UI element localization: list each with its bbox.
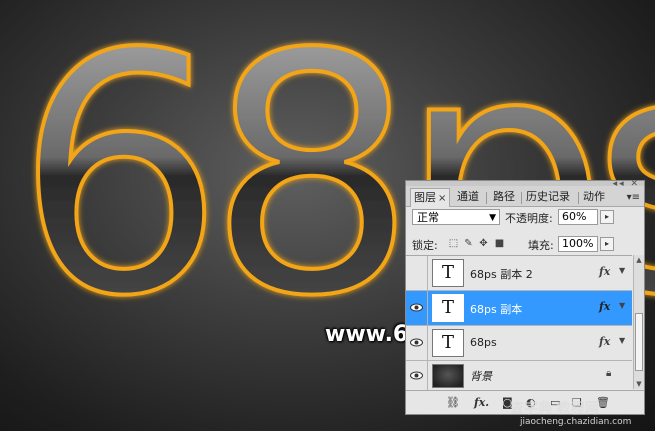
background-thumbnail: [432, 364, 464, 388]
tab-channels[interactable]: 通道: [454, 188, 482, 206]
lock-pixels-brush-icon[interactable]: ✎: [463, 238, 474, 249]
chevron-down-icon[interactable]: ▼: [619, 336, 625, 345]
layers-list: T 68ps 副本 2 fx ▼ T 68ps 副本 fx ▼ T 68ps f…: [406, 255, 632, 390]
text-layer-thumbnail: T: [432, 294, 464, 322]
opacity-input[interactable]: 60%: [558, 209, 598, 225]
fill-slider-button[interactable]: ▸: [600, 237, 614, 251]
tab-label: 路径: [493, 190, 515, 203]
panel-tabs: 图层 × 通道 路径 历史记录 动作 ▾≡: [406, 186, 644, 207]
tab-actions[interactable]: 动作: [580, 188, 608, 206]
blend-opacity-row: 正常 ▼ 不透明度: 60% ▸: [406, 207, 644, 229]
tab-history[interactable]: 历史记录: [523, 188, 573, 206]
scrollbar-thumb[interactable]: [635, 313, 643, 371]
opacity-slider-button[interactable]: ▸: [600, 210, 614, 224]
panel-menu-icon[interactable]: ▾≡: [627, 192, 640, 203]
chevron-down-icon[interactable]: ▼: [619, 301, 625, 310]
corner-watermark-url: jiaocheng.chazidian.com: [520, 417, 632, 427]
layers-scrollbar[interactable]: ▲ ▼: [633, 255, 644, 389]
layers-panel: ◂◂ ✕ 图层 × 通道 路径 历史记录 动作 ▾≡ 正常 ▼ 不透明度: 60%…: [405, 179, 645, 415]
lock-fill-row: 锁定: ⬚ ✎ ✥ ■ 填充: 100% ▸: [406, 233, 644, 255]
text-layer-thumbnail: T: [432, 329, 464, 357]
chevron-down-icon[interactable]: ▼: [619, 266, 625, 275]
corner-watermark: 查字典 教程网: [510, 401, 599, 417]
lock-transparency-icon[interactable]: ⬚: [448, 238, 459, 249]
eye-icon: [410, 303, 423, 312]
close-icon[interactable]: ×: [438, 193, 446, 204]
visibility-toggle[interactable]: [406, 256, 428, 290]
scroll-up-icon[interactable]: ▲: [634, 255, 644, 265]
lock-icon: 🔒︎: [606, 368, 612, 379]
layer-row-68ps-copy-2[interactable]: T 68ps 副本 2 fx ▼: [406, 256, 632, 291]
blend-mode-select[interactable]: 正常 ▼: [412, 209, 500, 225]
tab-label: 动作: [583, 190, 605, 203]
tab-paths[interactable]: 路径: [490, 188, 518, 206]
lock-position-move-icon[interactable]: ✥: [478, 238, 489, 249]
lock-all-icon[interactable]: ■: [494, 238, 505, 249]
visibility-toggle[interactable]: [406, 326, 428, 360]
tab-label: 图层: [414, 191, 436, 204]
eye-icon: [410, 338, 423, 347]
visibility-toggle[interactable]: [406, 361, 428, 390]
fx-icon[interactable]: fx: [599, 335, 610, 348]
tab-divider: [521, 192, 522, 204]
layer-name[interactable]: 68ps: [470, 336, 497, 349]
tab-layers[interactable]: 图层 ×: [410, 188, 451, 207]
opacity-label: 不透明度:: [505, 212, 553, 225]
fx-icon[interactable]: fx.: [474, 396, 489, 409]
fx-icon[interactable]: fx: [599, 300, 610, 313]
tab-divider: [486, 192, 487, 204]
layer-name[interactable]: 背景: [470, 368, 492, 384]
scroll-down-icon[interactable]: ▼: [634, 379, 644, 389]
text-layer-thumbnail: T: [432, 259, 464, 287]
link-icon[interactable]: ⛓: [446, 396, 460, 409]
fill-input[interactable]: 100%: [558, 236, 598, 252]
blend-mode-value: 正常: [417, 211, 439, 224]
chevron-down-icon: ▼: [489, 213, 496, 223]
visibility-toggle[interactable]: [406, 291, 428, 325]
layer-name[interactable]: 68ps 副本 2: [470, 266, 533, 282]
layer-row-68ps[interactable]: T 68ps fx ▼: [406, 326, 632, 361]
layer-row-68ps-copy[interactable]: T 68ps 副本 fx ▼: [406, 291, 632, 326]
layer-row-background[interactable]: 背景 🔒︎: [406, 361, 632, 390]
eye-icon: [410, 371, 423, 380]
tab-divider: [578, 192, 579, 204]
lock-label: 锁定:: [412, 239, 438, 252]
fill-label: 填充:: [528, 239, 554, 252]
fx-icon[interactable]: fx: [599, 265, 610, 278]
tab-label: 通道: [457, 190, 479, 203]
layer-name[interactable]: 68ps 副本: [470, 301, 522, 317]
tab-label: 历史记录: [526, 190, 570, 203]
